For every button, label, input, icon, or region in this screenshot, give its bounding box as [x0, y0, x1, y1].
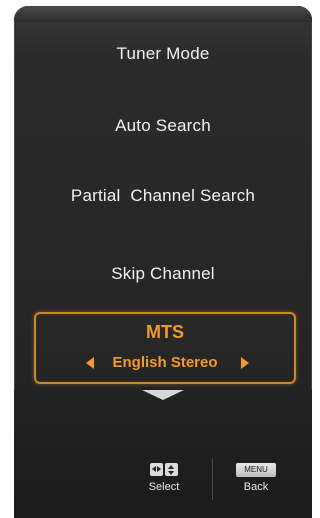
tv-menu-panel: Tuner Mode Auto Search Partial Channel S… [14, 6, 312, 518]
select-hint: Select [142, 463, 186, 493]
left-right-key-icon [150, 463, 163, 476]
mts-value: English Stereo [112, 354, 218, 371]
back-hint: MENU Back [236, 463, 276, 493]
chevron-down-icon [142, 390, 184, 400]
select-label: Select [148, 481, 180, 493]
mts-title: MTS [146, 322, 184, 342]
menu-item-partial-channel-search[interactable]: Partial Channel Search [14, 186, 312, 206]
menu-item-auto-search[interactable]: Auto Search [14, 116, 312, 136]
menu-item-skip-channel[interactable]: Skip Channel [14, 264, 312, 284]
menu-item-mts[interactable]: MTS English Stereo [34, 312, 296, 384]
back-label: Back [243, 481, 269, 493]
dpad-icon [147, 463, 181, 477]
chevron-right-icon[interactable] [241, 357, 249, 369]
bottom-panel: Select MENU Back [14, 390, 312, 518]
panel-top-bar [14, 6, 312, 22]
hint-divider [212, 458, 213, 500]
up-down-key-icon [165, 463, 178, 476]
menu-key-icon: MENU [236, 463, 276, 477]
menu-item-tuner-mode[interactable]: Tuner Mode [14, 44, 312, 64]
